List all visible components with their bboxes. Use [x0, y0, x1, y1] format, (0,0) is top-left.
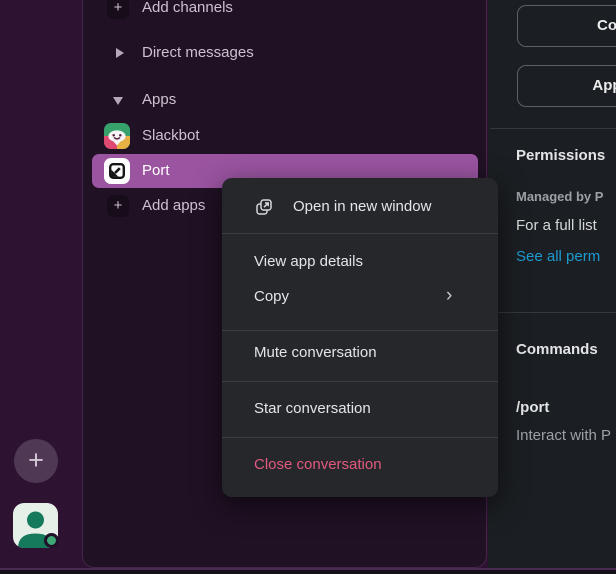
plus-icon[interactable]: + — [107, 195, 129, 217]
configuration-button[interactable]: Co — [517, 5, 616, 47]
port-app-icon — [104, 158, 130, 184]
menu-divider — [222, 330, 498, 331]
sidebar-item-slackbot[interactable]: Slackbot — [142, 125, 200, 147]
submenu-chevron-icon: › — [446, 285, 452, 307]
menu-item-close-conversation[interactable]: Close conversation — [254, 454, 382, 476]
context-menu: Open in new window View app details Copy… — [222, 178, 498, 497]
menu-item-open-new-window[interactable]: Open in new window — [293, 196, 431, 218]
chevron-down-icon[interactable] — [113, 97, 123, 105]
sidebar-item-add-channels[interactable]: Add channels — [142, 0, 233, 19]
menu-divider — [222, 381, 498, 382]
divider — [490, 312, 616, 313]
sidebar-item-direct-messages[interactable]: Direct messages — [142, 42, 254, 64]
plus-icon[interactable]: + — [107, 0, 129, 19]
menu-item-star-conversation[interactable]: Star conversation — [254, 398, 371, 420]
menu-item-copy[interactable]: Copy — [254, 286, 289, 308]
command-name: /port — [516, 399, 549, 416]
sidebar-item-port[interactable]: Port — [142, 160, 170, 182]
chevron-right-icon[interactable] — [116, 48, 124, 58]
window-bottom-strip — [0, 570, 616, 574]
sidebar-section-apps[interactable]: Apps — [142, 89, 176, 111]
sidebar-item-add-apps[interactable]: Add apps — [142, 195, 205, 217]
app-details-button[interactable]: App — [517, 65, 616, 107]
app-detail-panel: Co App Permissions Managed by P For a fu… — [488, 0, 616, 568]
command-description: Interact with P — [516, 427, 611, 444]
managed-by-text: Managed by P — [516, 189, 603, 204]
see-all-permissions-link[interactable]: See all perm — [516, 248, 600, 265]
open-new-window-icon — [255, 198, 273, 216]
divider — [490, 128, 616, 129]
permissions-description: For a full list — [516, 217, 597, 234]
slack-window: + Add channels Direct messages Apps Slac… — [0, 0, 616, 574]
menu-item-view-app-details[interactable]: View app details — [254, 251, 363, 273]
menu-item-mute-conversation[interactable]: Mute conversation — [254, 342, 377, 364]
commands-heading: Commands — [516, 341, 598, 358]
create-new-button[interactable]: + — [14, 439, 58, 483]
permissions-heading: Permissions — [516, 147, 605, 164]
menu-divider — [222, 233, 498, 234]
presence-indicator — [44, 533, 59, 548]
menu-divider — [222, 437, 498, 438]
slackbot-icon — [104, 123, 130, 149]
